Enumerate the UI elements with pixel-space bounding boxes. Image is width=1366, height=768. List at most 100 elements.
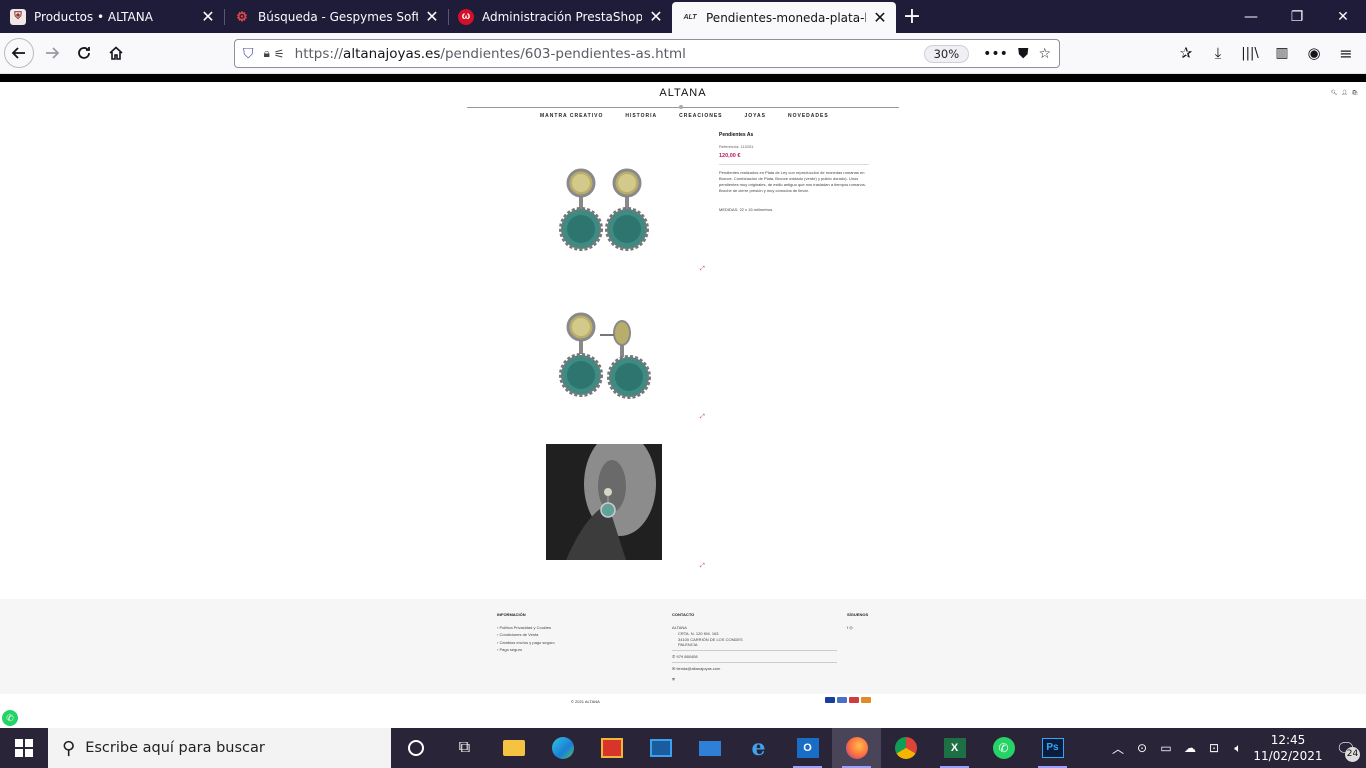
site-logo[interactable]: ALTANA [0,87,1366,99]
taskbar-search-box[interactable]: ⚲ Escribe aquí para buscar [48,728,391,768]
forward-button[interactable] [36,37,68,69]
taskbar-firefox[interactable] [832,728,881,768]
account-icon[interactable]: ◉ [1298,37,1330,69]
bookmark-star-icon[interactable]: ☆ [1038,46,1051,62]
arrow-right-icon [46,47,60,59]
divider [672,649,837,651]
whatsapp-icon: ✆ [992,737,1015,759]
footer-link-privacy[interactable]: › Política Privacidad y Cookies [497,624,555,632]
camera-icon[interactable]: ⊙ [1130,741,1154,755]
taskbar-chrome[interactable] [881,728,930,768]
contact-phone[interactable]: ✆ 979 880408 [672,653,837,661]
start-button[interactable] [0,728,48,768]
sidebar-icon[interactable]: ▥ [1266,37,1298,69]
instagram-icon[interactable]: ◎ [849,625,853,630]
product-image-front[interactable] [546,149,662,265]
cortana-icon [407,740,424,756]
tab-title: Pendientes-moneda-plata-bron [706,10,866,25]
menu-item-mantra-creativo[interactable]: MANTRA CREATIVO [540,113,603,119]
pocket-icon[interactable]: ⛊ [1018,46,1029,62]
restore-window-button[interactable]: ❐ [1274,0,1320,33]
chevron-up-icon[interactable]: ︿ [1106,740,1130,757]
action-center-button[interactable]: 🗨︎ 24 [1326,728,1366,768]
taskbar-whatsapp[interactable]: ✆ [979,728,1028,768]
product-image-worn[interactable] [546,432,662,560]
volume-icon[interactable]: 🔈︎ [1226,741,1250,756]
expand-image-icon[interactable]: ⤢ [700,414,705,421]
taskbar-photoshop[interactable]: Ps [1028,728,1077,768]
tab-pendientes-moneda[interactable]: ALT Pendientes-moneda-plata-bron ✕ [672,2,896,33]
close-tab-icon[interactable]: ✕ [200,8,216,25]
copyright-text: © 2021 ALTANA [571,699,600,704]
taskbar-outlook[interactable]: O [783,728,832,768]
url-text[interactable]: https://altanajoyas.es/pendientes/603-pe… [295,46,686,62]
close-window-button[interactable]: ✕ [1320,0,1366,33]
link-label: Política Privacidad y Cookies [499,624,552,630]
mastercard-icon [849,697,859,703]
expand-image-icon[interactable]: ⤢ [700,563,705,570]
tab-gespymes[interactable]: ⚙ Búsqueda - Gespymes Software ✕ [224,0,448,33]
product-size: MEDIDAS: 22 x 15 milímetros. [719,207,774,212]
facebook-icon[interactable]: f [847,625,848,630]
menu-item-creaciones[interactable]: CREACIONES [679,113,722,119]
network-icon[interactable]: ⊡ [1202,741,1226,755]
taskbar-internet-explorer[interactable]: e [734,728,783,768]
tab-productos-altana[interactable]: ⛨ Productos • ALTANA ✕ [0,0,224,33]
bookmarks-menu-icon[interactable]: ✰ [1170,37,1202,69]
notification-count: 24 [1345,747,1360,762]
clock[interactable]: 12:45 11/02/2021 [1250,732,1326,764]
footer-link-shipping[interactable]: › Cambios envíos y pago seguro [497,639,555,647]
library-icon[interactable]: |||\ [1234,37,1266,69]
product-image-side[interactable] [546,295,662,411]
taskbar-mail[interactable] [685,728,734,768]
photoshop-icon: Ps [1041,738,1064,758]
home-button[interactable] [100,37,132,69]
footer-link-secure-payment[interactable]: › Pago seguro [497,646,555,654]
downloads-icon[interactable]: ⤓ [1202,37,1234,69]
reload-button[interactable] [68,37,100,69]
cortana-button[interactable] [391,728,440,768]
minimize-window-button[interactable]: — [1228,0,1274,33]
earrings-front-image [559,168,649,251]
chrome-icon [894,737,917,759]
contact-email[interactable]: ✉ tienda@altanajoyas.com [672,665,837,673]
close-tab-icon[interactable]: ✕ [872,9,888,26]
tab-title: Búsqueda - Gespymes Software [258,9,418,24]
new-tab-button[interactable]: + [896,0,928,33]
tab-prestashop-admin[interactable]: ω Administración PrestaShop – Fa ✕ [448,0,672,33]
close-tab-icon[interactable]: ✕ [424,8,440,25]
reload-icon [78,47,90,59]
close-tab-icon[interactable]: ✕ [648,8,664,25]
battery-icon[interactable]: ▭ [1154,741,1178,755]
tracking-protection-shield-icon[interactable]: ⛉ [243,45,254,62]
taskbar-edge[interactable] [538,728,587,768]
menu-item-joyas[interactable]: JOYAS [745,113,767,119]
whatsapp-chat-icon[interactable]: ✆ [2,710,18,726]
link-label: Cambios envíos y pago seguro [499,639,555,645]
page-actions-icon[interactable]: ••• [983,46,1008,62]
navigation-toolbar: ⛉ 🔒︎ ⚟ https://altanajoyas.es/pendientes… [0,33,1366,74]
footer-link-terms[interactable]: › Condiciones de Venta [497,631,555,639]
lock-icon[interactable]: 🔒︎ [264,46,270,61]
onedrive-cloud-icon[interactable]: ☁ [1178,741,1202,755]
back-button[interactable] [4,38,34,68]
taskbar-excel[interactable]: X [930,728,979,768]
site-footer: INFORMACIÓN › Política Privacidad y Cook… [0,599,1366,694]
menu-item-novedades[interactable]: NOVEDADES [788,113,829,119]
task-view-button[interactable]: ⧉ [440,728,489,768]
window-app-icon [649,739,672,757]
visa-icon [825,697,835,703]
payment-methods [825,697,871,703]
permissions-icon[interactable]: ⚟ [274,47,285,61]
zoom-level-badge[interactable]: 30% [923,44,970,63]
taskbar-gift-app[interactable] [587,728,636,768]
expand-image-icon[interactable]: ⤢ [700,266,705,273]
taskbar-window-app[interactable] [636,728,685,768]
menu-item-historia[interactable]: HISTORIA [625,113,657,119]
product-info: Pendientes As Referencia: 110251 120,00 … [719,132,869,212]
footer-contact-column: CONTACTO ALTANA CRTA. N. 120 KM. 163 341… [672,611,837,683]
url-bar[interactable]: ⛉ 🔒︎ ⚟ https://altanajoyas.es/pendientes… [234,39,1060,68]
hamburger-menu-icon[interactable]: ≡ [1330,37,1362,69]
taskbar-file-explorer[interactable] [489,728,538,768]
folder-icon [502,740,525,756]
